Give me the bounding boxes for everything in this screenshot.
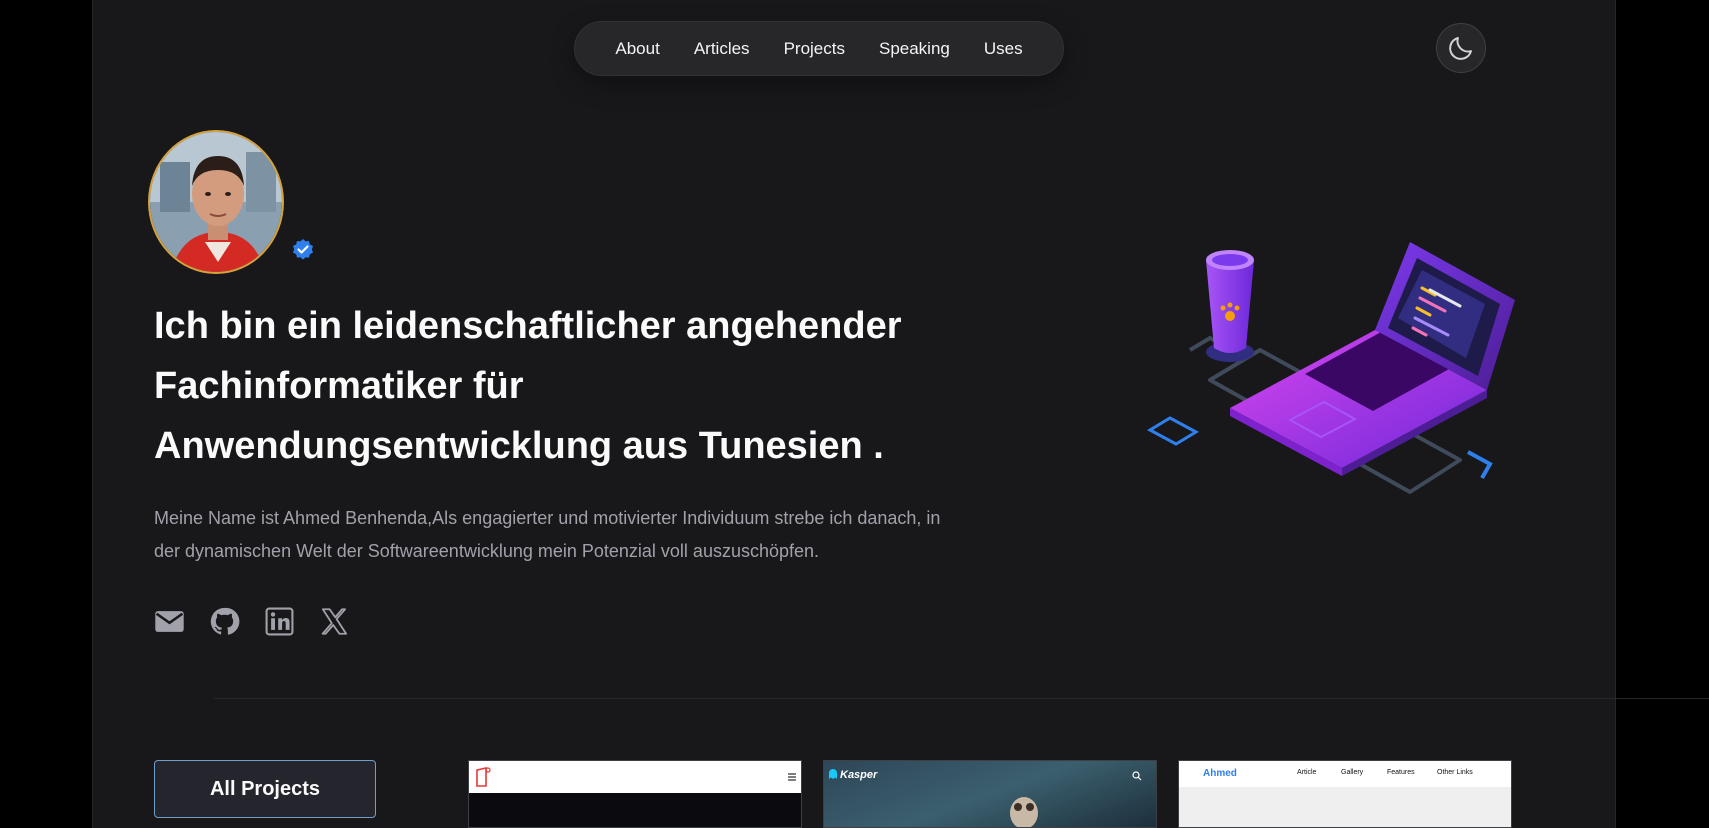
social-links	[154, 606, 350, 637]
thumb-link-features: Features	[1387, 769, 1415, 776]
search-icon	[1132, 771, 1142, 781]
laptop-illustration	[1146, 242, 1515, 494]
hero-headline: Ich bin ein leidenschaftlicher angehende…	[154, 296, 974, 476]
thumb-brand-ahmed: Ahmed	[1203, 768, 1237, 779]
menu-icon	[788, 773, 796, 781]
headline-line-3: Anwendungsentwicklung aus Tunesien .	[154, 425, 884, 467]
nav-about[interactable]: About	[615, 39, 659, 59]
owl-image	[1010, 797, 1038, 827]
main-nav: About Articles Projects Speaking Uses	[574, 21, 1064, 76]
nav-speaking[interactable]: Speaking	[879, 39, 950, 59]
hero-intro: Meine Name ist Ahmed Benhenda,Als engagi…	[154, 502, 964, 568]
intro-line-2: der dynamischen Welt der Softwareentwick…	[154, 541, 820, 561]
section-divider	[214, 698, 1709, 699]
theme-toggle-button[interactable]	[1436, 23, 1486, 73]
thumb-link-gallery: Gallery	[1341, 769, 1364, 776]
avatar	[148, 130, 284, 274]
nav-articles[interactable]: Articles	[694, 39, 750, 59]
logo-icon	[476, 767, 491, 787]
github-icon[interactable]	[209, 606, 240, 637]
ghost-logo-icon	[829, 769, 837, 779]
project-thumbnail-2[interactable]: Kasper	[823, 760, 1157, 828]
nav-projects[interactable]: Projects	[784, 39, 845, 59]
x-icon[interactable]	[319, 606, 350, 637]
all-projects-button[interactable]: All Projects	[154, 760, 376, 818]
nav-uses[interactable]: Uses	[984, 39, 1023, 59]
verified-badge-icon	[293, 239, 313, 260]
thumb-link-article: Article	[1297, 769, 1317, 776]
headline-line-2: Fachinformatiker für	[154, 365, 524, 407]
project-thumbnail-3[interactable]: Ahmed Article Gallery Features Other Lin…	[1178, 760, 1512, 828]
thumb-link-other: Other Links	[1437, 769, 1473, 776]
mail-icon[interactable]	[154, 606, 185, 637]
intro-line-1: Meine Name ist Ahmed Benhenda,Als engagi…	[154, 508, 941, 528]
thumb-brand-kasper: Kasper	[840, 769, 878, 781]
linkedin-icon[interactable]	[264, 606, 295, 637]
project-thumbnail-1[interactable]	[468, 760, 802, 828]
headline-line-1: Ich bin ein leidenschaftlicher angehende…	[154, 305, 902, 347]
moon-icon	[1449, 37, 1472, 60]
